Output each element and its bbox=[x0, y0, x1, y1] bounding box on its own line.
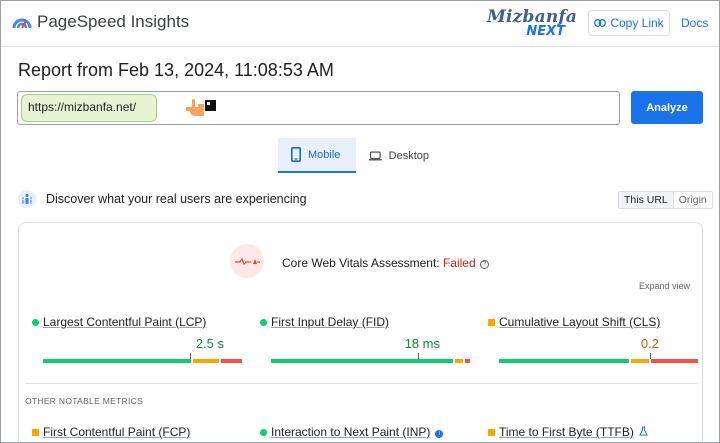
distribution-bar bbox=[499, 359, 698, 363]
info-icon[interactable]: i bbox=[435, 430, 444, 438]
metric-value: 0.2 bbox=[640, 336, 659, 351]
users-icon bbox=[18, 190, 36, 208]
laptop-icon bbox=[369, 150, 382, 160]
tab-desktop[interactable]: Desktop bbox=[356, 138, 442, 173]
analyze-button[interactable]: Analyze bbox=[631, 91, 703, 124]
needs-improvement-icon bbox=[488, 319, 495, 326]
link-icon bbox=[594, 19, 607, 27]
metric-name-text[interactable]: Interaction to Next Paint (INP) bbox=[271, 425, 430, 439]
phone-icon bbox=[291, 147, 301, 162]
distribution-bar bbox=[271, 359, 470, 363]
metric-value: 18 ms bbox=[404, 336, 440, 351]
good-status-icon bbox=[32, 319, 39, 326]
metric-inp: Interaction to Next Paint (INP) i bbox=[260, 425, 480, 441]
vitals-failed-icon bbox=[230, 244, 264, 278]
url-value: https://mizbanfa.net/ bbox=[28, 100, 137, 114]
pointing-hand-icon bbox=[186, 99, 216, 116]
expand-view-link[interactable]: Expand view bbox=[639, 281, 690, 291]
metric-name[interactable]: First Contentful Paint (FCP) bbox=[43, 425, 190, 439]
copy-link-button[interactable]: Copy Link bbox=[588, 10, 670, 36]
metric-ttfb: Time to First Byte (TTFB) bbox=[488, 425, 698, 441]
toggle-origin[interactable]: Origin bbox=[674, 192, 712, 208]
tab-desktop-label: Desktop bbox=[388, 149, 429, 162]
tab-mobile-label: Mobile bbox=[308, 148, 341, 161]
metric-fcp: First Contentful Paint (FCP) bbox=[32, 425, 242, 441]
url-origin-toggle: This URL Origin bbox=[618, 191, 713, 209]
url-input[interactable]: https://mizbanfa.net/ bbox=[17, 91, 620, 125]
toggle-this-url[interactable]: This URL bbox=[619, 192, 674, 208]
top-bar: PageSpeed Insights Mizbanfa NEXT Copy Li… bbox=[1, 1, 719, 47]
metric-name: Interaction to Next Paint (INP) i bbox=[271, 425, 444, 439]
lab-flask-icon bbox=[639, 426, 648, 436]
needs-improvement-icon bbox=[32, 429, 39, 436]
brand-logo: Mizbanfa NEXT bbox=[487, 7, 577, 41]
assessment-label: Core Web Vitals Assessment: bbox=[282, 256, 443, 270]
metric-name[interactable]: Cumulative Layout Shift (CLS) bbox=[499, 315, 660, 329]
metric-name[interactable]: Largest Contentful Paint (LCP) bbox=[43, 315, 206, 329]
section-divider bbox=[25, 383, 697, 384]
needs-improvement-icon bbox=[488, 429, 495, 436]
app-title: PageSpeed Insights bbox=[37, 12, 190, 31]
good-status-icon bbox=[260, 429, 267, 436]
metric-name-text[interactable]: Time to First Byte (TTFB) bbox=[499, 425, 634, 439]
metric-cls: Cumulative Layout Shift (CLS) 0.2 bbox=[488, 315, 698, 365]
metric-name[interactable]: First Input Delay (FID) bbox=[271, 315, 389, 329]
brand-subtitle: NEXT bbox=[526, 24, 565, 39]
copy-link-label: Copy Link bbox=[610, 16, 664, 30]
tab-mobile[interactable]: Mobile bbox=[278, 138, 356, 173]
report-title: Report from Feb 13, 2024, 11:08:53 AM bbox=[18, 60, 334, 80]
help-icon[interactable]: ? bbox=[479, 260, 489, 269]
docs-link[interactable]: Docs bbox=[681, 16, 708, 30]
field-data-heading: Discover what your real users are experi… bbox=[46, 192, 307, 206]
metric-fid: First Input Delay (FID) 18 ms bbox=[260, 315, 470, 365]
pagespeed-logo-icon bbox=[12, 18, 32, 29]
metric-value: 2.5 s bbox=[195, 336, 224, 351]
metric-name: Time to First Byte (TTFB) bbox=[499, 425, 648, 439]
assessment-status: Failed bbox=[442, 256, 476, 270]
core-web-vitals-card: Core Web Vitals Assessment: Failed? Expa… bbox=[18, 222, 703, 443]
good-status-icon bbox=[260, 319, 267, 326]
distribution-bar bbox=[43, 359, 242, 363]
metric-lcp: Largest Contentful Paint (LCP) 2.5 s bbox=[32, 315, 242, 365]
assessment-result: Core Web Vitals Assessment: Failed? bbox=[282, 256, 489, 270]
other-metrics-heading: OTHER NOTABLE METRICS bbox=[25, 396, 144, 406]
